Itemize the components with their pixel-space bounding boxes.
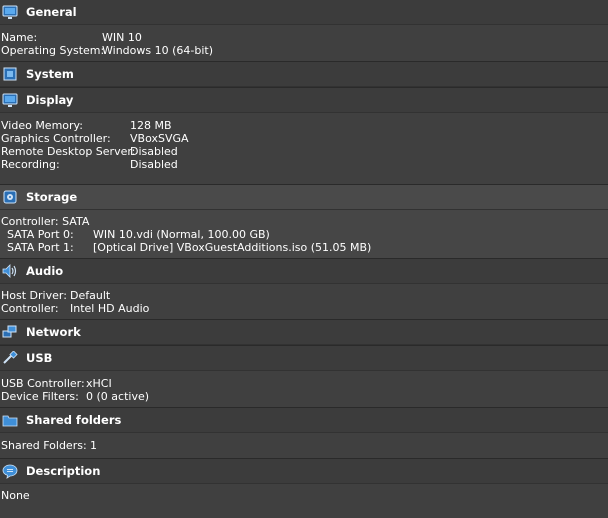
section-usb-header[interactable]: USB bbox=[0, 346, 608, 371]
detail-row: USB Controller: xHCI bbox=[1, 377, 608, 390]
detail-value: VBoxSVGA bbox=[130, 132, 189, 145]
section-description: Description None bbox=[0, 458, 608, 518]
speech-bubble-icon bbox=[2, 463, 18, 479]
detail-key: Device Filters: bbox=[1, 390, 79, 403]
storage-controller: Controller: SATA bbox=[1, 215, 608, 228]
section-display-title: Display bbox=[26, 93, 74, 107]
speaker-icon bbox=[2, 263, 18, 279]
section-audio-header[interactable]: Audio bbox=[0, 259, 608, 284]
section-audio: Audio Host Driver: Default Controller: I… bbox=[0, 258, 608, 319]
detail-value: [Optical Drive] VBoxGuestAdditions.iso (… bbox=[93, 241, 372, 254]
section-general-header[interactable]: General bbox=[0, 0, 608, 25]
section-network-header[interactable]: Network bbox=[0, 320, 608, 345]
detail-key: Host Driver: bbox=[1, 289, 67, 302]
detail-row: Recording: Disabled bbox=[1, 158, 608, 171]
detail-row: Host Driver: Default bbox=[1, 289, 608, 302]
section-shared-folders-header[interactable]: Shared folders bbox=[0, 408, 608, 433]
section-display: Display Video Memory: 128 MB Graphics Co… bbox=[0, 87, 608, 184]
section-display-header[interactable]: Display bbox=[0, 88, 608, 113]
detail-value: Intel HD Audio bbox=[70, 302, 150, 315]
usb-icon bbox=[2, 350, 18, 366]
section-general-title: General bbox=[26, 5, 77, 19]
detail-key: Name: bbox=[1, 31, 38, 44]
detail-value: WIN 10 bbox=[102, 31, 142, 44]
monitor-icon bbox=[2, 4, 18, 20]
detail-key: Recording: bbox=[1, 158, 60, 171]
detail-key: SATA Port 1: bbox=[7, 241, 74, 254]
section-shared-folders: Shared folders Shared Folders: 1 bbox=[0, 407, 608, 458]
description-text: None bbox=[1, 489, 30, 502]
section-usb: USB USB Controller: xHCI Device Filters:… bbox=[0, 345, 608, 407]
storage-controller-label: Controller: SATA bbox=[1, 215, 90, 228]
detail-value: Disabled bbox=[130, 145, 178, 158]
section-general: General Name: WIN 10 Operating System: W… bbox=[0, 0, 608, 61]
detail-value: Default bbox=[70, 289, 111, 302]
section-audio-title: Audio bbox=[26, 264, 64, 278]
chip-icon bbox=[2, 66, 18, 82]
monitor-icon bbox=[2, 92, 18, 108]
detail-row: Remote Desktop Server: Disabled bbox=[1, 145, 608, 158]
detail-value: 1 bbox=[90, 439, 97, 452]
detail-row: SATA Port 0: WIN 10.vdi (Normal, 100.00 … bbox=[1, 228, 608, 241]
section-storage-header[interactable]: Storage bbox=[0, 185, 608, 210]
section-storage: Storage Controller: SATA SATA Port 0: WI… bbox=[0, 184, 608, 258]
detail-key: Controller: bbox=[1, 302, 59, 315]
detail-key: Video Memory: bbox=[1, 119, 83, 132]
network-icon bbox=[2, 324, 18, 340]
description-text-row: None bbox=[1, 489, 608, 502]
detail-row: Video Memory: 128 MB bbox=[1, 119, 608, 132]
detail-value: WIN 10.vdi (Normal, 100.00 GB) bbox=[93, 228, 270, 241]
folder-icon bbox=[2, 412, 18, 428]
detail-row: SATA Port 1: [Optical Drive] VBoxGuestAd… bbox=[1, 241, 608, 254]
detail-key: Graphics Controller: bbox=[1, 132, 111, 145]
detail-value: 0 (0 active) bbox=[86, 390, 150, 403]
section-shared-folders-title: Shared folders bbox=[26, 413, 122, 427]
detail-row: Name: WIN 10 bbox=[1, 31, 608, 44]
section-description-title: Description bbox=[26, 464, 101, 478]
section-system: System bbox=[0, 61, 608, 87]
detail-row: Shared Folders: 1 bbox=[1, 439, 608, 452]
detail-key: SATA Port 0: bbox=[7, 228, 74, 241]
detail-value: 128 MB bbox=[130, 119, 172, 132]
section-description-header[interactable]: Description bbox=[0, 459, 608, 484]
details-panel: General Name: WIN 10 Operating System: W… bbox=[0, 0, 608, 518]
detail-key: Shared Folders: bbox=[1, 439, 87, 452]
detail-value: Windows 10 (64-bit) bbox=[102, 44, 213, 57]
detail-row: Device Filters: 0 (0 active) bbox=[1, 390, 608, 403]
detail-value: Disabled bbox=[130, 158, 178, 171]
section-system-header[interactable]: System bbox=[0, 62, 608, 87]
detail-row: Controller: Intel HD Audio bbox=[1, 302, 608, 315]
detail-row: Operating System: Windows 10 (64-bit) bbox=[1, 44, 608, 57]
detail-value: xHCI bbox=[86, 377, 112, 390]
disk-icon bbox=[2, 189, 18, 205]
section-system-title: System bbox=[26, 67, 74, 81]
section-network: Network bbox=[0, 319, 608, 345]
detail-key: USB Controller: bbox=[1, 377, 85, 390]
detail-key: Remote Desktop Server: bbox=[1, 145, 136, 158]
section-storage-title: Storage bbox=[26, 190, 78, 204]
detail-key: Operating System: bbox=[1, 44, 105, 57]
section-network-title: Network bbox=[26, 325, 81, 339]
detail-row: Graphics Controller: VBoxSVGA bbox=[1, 132, 608, 145]
section-usb-title: USB bbox=[26, 351, 53, 365]
